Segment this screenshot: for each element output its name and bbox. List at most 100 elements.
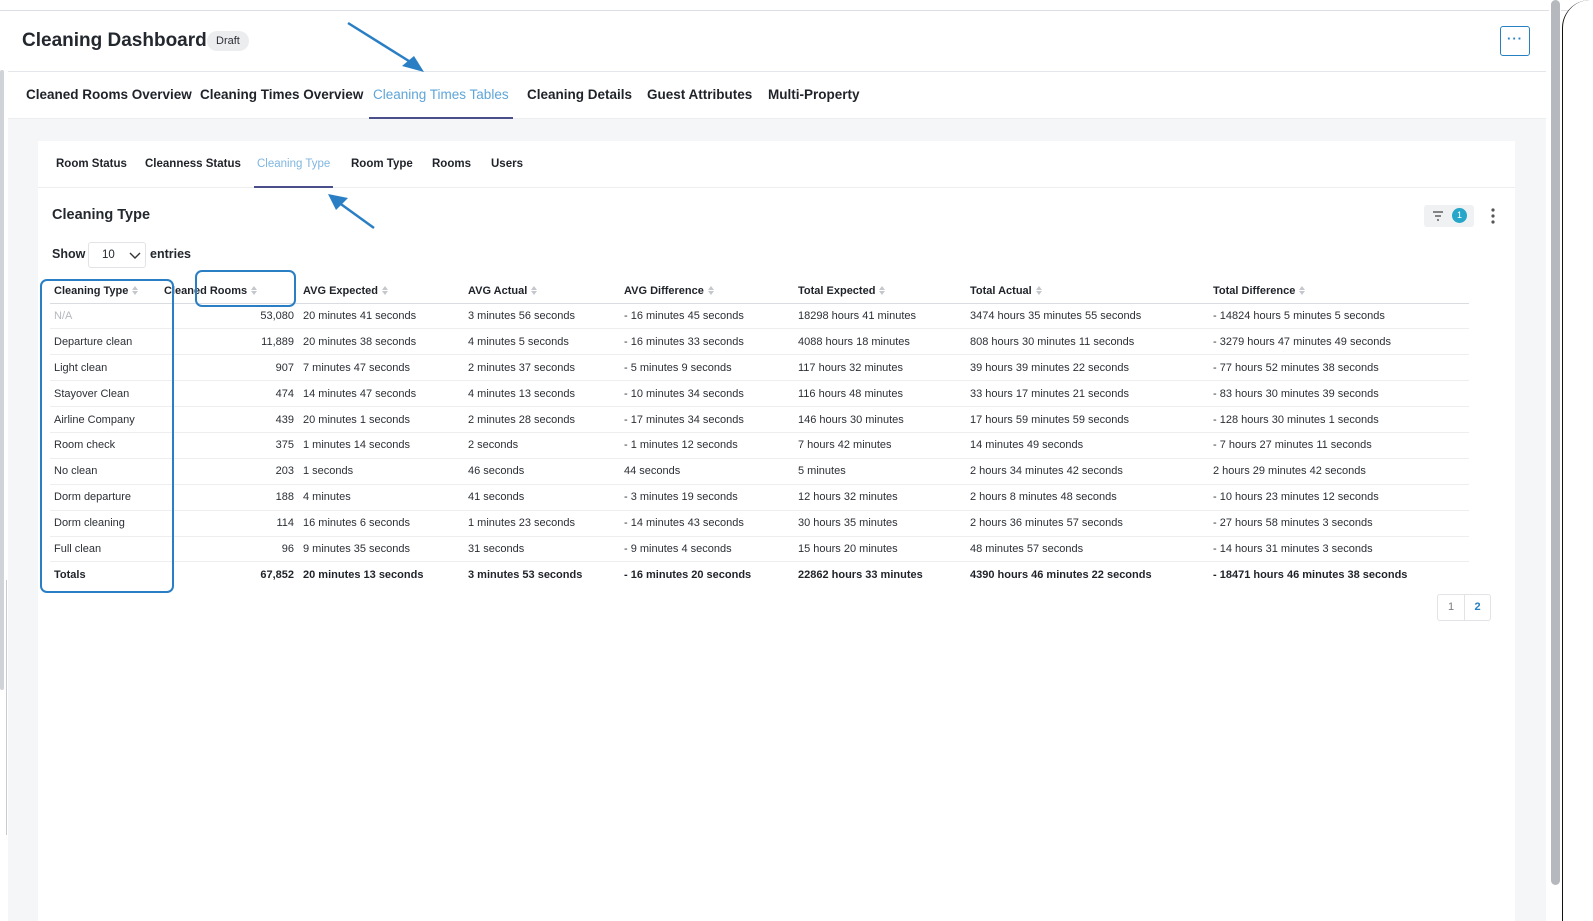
table-cell: 4088 hours 18 minutes bbox=[794, 328, 966, 356]
table-cell: 15 hours 20 minutes bbox=[794, 536, 966, 563]
table-cell: - 17 minutes 34 seconds bbox=[620, 406, 794, 433]
section-title: Cleaning Type bbox=[52, 207, 151, 223]
table-cell: 4 minutes 5 seconds bbox=[464, 328, 620, 356]
window-edge bbox=[1562, 0, 1593, 921]
tab-cleaning-times-tables[interactable]: Cleaning Times Tables bbox=[369, 72, 513, 119]
table-cell: 1 minutes 23 seconds bbox=[464, 510, 620, 537]
sort-icon bbox=[707, 286, 714, 296]
more-options-button[interactable]: ··· bbox=[1500, 26, 1530, 56]
table-cell: 30 hours 35 minutes bbox=[794, 510, 966, 537]
subtab-cleaning-type[interactable]: Cleaning Type bbox=[254, 141, 334, 188]
column-header-label: Total Actual bbox=[970, 284, 1032, 297]
table-cell: 1 minutes 14 seconds bbox=[299, 432, 464, 459]
table-cell: 2 hours 29 minutes 42 seconds bbox=[1209, 458, 1469, 485]
table-body: N/A 53,080 20 minutes 41 seconds 3 minutes … bbox=[50, 303, 1469, 588]
table-cell: - 27 hours 58 minutes 3 seconds bbox=[1209, 510, 1469, 537]
column-header[interactable]: Total Actual bbox=[966, 279, 1209, 304]
table-cell: 4 minutes bbox=[299, 484, 464, 511]
table-cell: 439 bbox=[154, 406, 299, 433]
table-cell: 20 minutes 41 seconds bbox=[299, 303, 464, 330]
table-row: Stayover Clean 474 14 minutes 47 seconds 4 … bbox=[50, 380, 1469, 408]
page-button-2[interactable]: 2 bbox=[1464, 595, 1490, 620]
table-cell: Full clean bbox=[50, 536, 154, 563]
page-title: Cleaning Dashboard bbox=[22, 30, 207, 51]
table-cell: 31 seconds bbox=[464, 536, 620, 563]
left-scroll-edge bbox=[0, 70, 4, 690]
tab-cleaning-times-overview[interactable]: Cleaning Times Overview bbox=[196, 72, 367, 119]
table-cell: 2 hours 8 minutes 48 seconds bbox=[966, 484, 1209, 511]
table-cell: - 14824 hours 5 minutes 5 seconds bbox=[1209, 303, 1469, 330]
column-header[interactable]: AVG Actual bbox=[464, 279, 620, 304]
table-cell: - 10 hours 23 minutes 12 seconds bbox=[1209, 484, 1469, 511]
column-header[interactable]: Cleaning Type bbox=[50, 279, 154, 304]
subtab-cleanness-status[interactable]: Cleanness Status bbox=[142, 141, 244, 188]
table-row: Airline Company 439 20 minutes 1 seconds 2 … bbox=[50, 406, 1469, 433]
table-cell: 2 minutes 37 seconds bbox=[464, 354, 620, 382]
more-horizontal-icon: ··· bbox=[1507, 31, 1523, 46]
table-cell: Airline Company bbox=[50, 406, 154, 433]
tab-cleaning-details[interactable]: Cleaning Details bbox=[523, 72, 636, 119]
table-cell: 18298 hours 41 minutes bbox=[794, 303, 966, 330]
subtab-users[interactable]: Users bbox=[488, 141, 526, 188]
column-header-label: Total Difference bbox=[1213, 284, 1296, 297]
table-totals-row: Totals 67,852 20 minutes 13 seconds 3 minut… bbox=[50, 562, 1469, 588]
main-tab-bar: Cleaned Rooms Overview Cleaning Times Ov… bbox=[8, 72, 1546, 119]
table-cell: 375 bbox=[154, 432, 299, 459]
table-cell: 14 minutes 49 seconds bbox=[966, 432, 1209, 459]
filter-count-badge: 1 bbox=[1452, 208, 1467, 223]
table-cell: 44 seconds bbox=[620, 458, 794, 485]
table-cell: Dorm cleaning bbox=[50, 510, 154, 537]
table-row: Room check 375 1 minutes 14 seconds 2 secon… bbox=[50, 432, 1469, 459]
table-cell: 20 minutes 1 seconds bbox=[299, 406, 464, 433]
subtab-rooms[interactable]: Rooms bbox=[429, 141, 474, 188]
subtab-room-status[interactable]: Room Status bbox=[53, 141, 130, 188]
table-cell: - 9 minutes 4 seconds bbox=[620, 536, 794, 563]
column-header[interactable]: Total Expected bbox=[794, 279, 966, 304]
kebab-vertical-icon[interactable] bbox=[1488, 207, 1498, 225]
table-cell: - 16 minutes 20 seconds bbox=[624, 569, 752, 582]
table-row: Dorm cleaning 114 16 minutes 6 seconds 1 mi… bbox=[50, 510, 1469, 537]
table-cell: 96 bbox=[154, 536, 299, 563]
table-cell: 474 bbox=[154, 380, 299, 408]
sub-tab-bar: Room Status Cleanness Status Cleaning Ty… bbox=[38, 141, 1515, 188]
table-cell: - 18471 hours 46 minutes 38 seconds bbox=[1213, 569, 1408, 582]
table-cell: 188 bbox=[154, 484, 299, 511]
subtab-room-type[interactable]: Room Type bbox=[348, 141, 416, 188]
tab-guest-attributes[interactable]: Guest Attributes bbox=[643, 72, 756, 119]
table-row: Full clean 96 9 minutes 35 seconds 31 secon… bbox=[50, 536, 1469, 563]
table-cell: - 10 minutes 34 seconds bbox=[620, 380, 794, 408]
column-header[interactable]: Total Difference bbox=[1209, 279, 1469, 304]
table-cell: 11,889 bbox=[154, 328, 299, 356]
table-cell: 20 minutes 38 seconds bbox=[299, 328, 464, 356]
table-cell: 12 hours 32 minutes bbox=[794, 484, 966, 511]
table-cell: 9 minutes 35 seconds bbox=[299, 536, 464, 563]
entries-value: 10 bbox=[102, 249, 115, 261]
page-button-1[interactable]: 1 bbox=[1438, 595, 1464, 620]
table-cell: 16 minutes 6 seconds bbox=[299, 510, 464, 537]
table-cell: Departure clean bbox=[50, 328, 154, 356]
table-cell: - 14 hours 31 minutes 3 seconds bbox=[1209, 536, 1469, 563]
entries-label: entries bbox=[150, 247, 191, 261]
pagination: 1 2 bbox=[1437, 594, 1491, 621]
table-cell: Light clean bbox=[50, 354, 154, 382]
sort-icon bbox=[879, 286, 886, 296]
table-cell: 4390 hours 46 minutes 22 seconds bbox=[970, 569, 1152, 582]
table-cell: 48 minutes 57 seconds bbox=[966, 536, 1209, 563]
table-row: Departure clean 11,889 20 minutes 38 secon… bbox=[50, 328, 1469, 356]
table-cell: 4 minutes 13 seconds bbox=[464, 380, 620, 408]
column-header[interactable]: AVG Difference bbox=[620, 279, 794, 304]
tab-multi-property[interactable]: Multi-Property bbox=[764, 72, 864, 119]
scrollbar-thumb[interactable] bbox=[1551, 0, 1560, 885]
column-header[interactable]: Cleaned Rooms bbox=[154, 279, 299, 304]
table-cell: 39 hours 39 minutes 22 seconds bbox=[966, 354, 1209, 382]
column-header[interactable]: AVG Expected bbox=[299, 279, 464, 304]
sort-icon bbox=[531, 286, 538, 296]
entries-select[interactable]: 10 bbox=[88, 242, 146, 268]
table-cell: - 3 minutes 19 seconds bbox=[620, 484, 794, 511]
chevron-down-icon bbox=[129, 252, 141, 259]
filter-button[interactable]: 1 bbox=[1424, 205, 1474, 227]
tab-cleaned-rooms-overview[interactable]: Cleaned Rooms Overview bbox=[22, 72, 196, 119]
table-cell: - 3279 hours 47 minutes 49 seconds bbox=[1209, 328, 1469, 356]
table-cell: Dorm departure bbox=[50, 484, 154, 511]
table-cell: 67,852 bbox=[260, 569, 294, 582]
